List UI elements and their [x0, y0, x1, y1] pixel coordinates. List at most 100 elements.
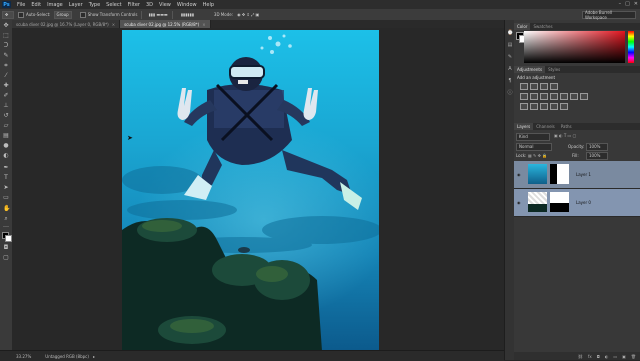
tab-styles[interactable]: Styles — [545, 66, 563, 73]
move-tool-preset-button[interactable]: ✥ — [2, 10, 14, 19]
pen-tool-icon[interactable]: ✒ — [3, 165, 9, 171]
new-group-icon[interactable]: ▭ — [613, 354, 617, 359]
more-tools-icon[interactable]: … — [3, 223, 9, 229]
tab-swatches[interactable]: Swatches — [530, 23, 555, 30]
history-icon[interactable]: ⌚ — [507, 30, 513, 36]
menu-file[interactable]: File — [17, 2, 25, 8]
quick-mask-icon[interactable]: ◘ — [3, 245, 9, 251]
add-mask-icon[interactable]: ◘ — [597, 354, 600, 359]
tab-adjustments[interactable]: Adjustments — [514, 66, 546, 73]
paragraph-icon[interactable]: ¶ — [507, 78, 513, 84]
color-lookup-icon[interactable] — [580, 93, 588, 100]
document-info[interactable]: Untagged RGB (8bpc) — [45, 354, 89, 359]
minimize-button[interactable]: – — [619, 1, 622, 7]
brush-presets-icon[interactable]: ✎ — [507, 54, 513, 60]
crop-tool-icon[interactable]: ⌗ — [3, 63, 9, 69]
distribute-icons[interactable]: ▮▮▮▮▮▮ — [181, 12, 194, 17]
curves-icon[interactable] — [540, 83, 548, 90]
color-field[interactable] — [524, 31, 625, 63]
menu-type[interactable]: Type — [89, 2, 100, 8]
arrow-right-icon[interactable]: ▸ — [93, 354, 95, 359]
menu-view[interactable]: View — [159, 2, 171, 8]
menu-3d[interactable]: 3D — [146, 2, 153, 8]
eraser-tool-icon[interactable]: ▱ — [3, 123, 9, 129]
healing-brush-tool-icon[interactable]: ✚ — [3, 83, 9, 89]
menu-help[interactable]: Help — [203, 2, 214, 8]
levels-icon[interactable] — [530, 83, 538, 90]
marquee-tool-icon[interactable]: ⬚ — [3, 33, 9, 39]
show-transform-checkbox[interactable] — [79, 11, 86, 18]
new-layer-icon[interactable]: ▣ — [622, 354, 626, 359]
vibrance-icon[interactable] — [520, 93, 528, 100]
menu-layer[interactable]: Layer — [69, 2, 83, 8]
tab-channels[interactable]: Channels — [533, 123, 558, 130]
path-select-tool-icon[interactable]: ➤ — [3, 185, 9, 191]
trash-icon[interactable]: 🗑 — [631, 354, 636, 359]
lock-icons[interactable]: ▦ ✎ ✥ 🔒 — [528, 153, 547, 158]
blur-tool-icon[interactable]: ● — [3, 143, 9, 149]
new-adjustment-icon[interactable]: ◐ — [605, 354, 609, 359]
layer-row-layer-1[interactable]: ◉ Layer 1 — [514, 161, 640, 189]
hue-slider[interactable] — [628, 31, 634, 63]
scuba-diver-photo[interactable] — [122, 30, 379, 351]
link-layers-icon[interactable]: ⛓ — [578, 354, 583, 359]
brightness-contrast-icon[interactable] — [520, 83, 528, 90]
lasso-tool-icon[interactable]: ᑐ — [3, 43, 9, 49]
character-icon[interactable]: A — [507, 66, 513, 72]
layer-filter-icons[interactable]: ▣ ◐ T ▭ ▢ — [554, 133, 576, 138]
history-brush-tool-icon[interactable]: ↺ — [3, 113, 9, 119]
auto-select-checkbox[interactable] — [18, 11, 24, 18]
tab-paths[interactable]: Paths — [558, 123, 575, 130]
fx-icon[interactable]: fx — [588, 354, 592, 359]
channel-mixer-icon[interactable] — [570, 93, 578, 100]
hue-saturation-icon[interactable] — [530, 93, 538, 100]
eyedropper-tool-icon[interactable]: ⁄ — [3, 73, 9, 79]
tab-document-2[interactable]: scuba diver 02.jpg @ 12.5% (RGB/8*) × — [120, 20, 211, 28]
tab-color[interactable]: Color — [514, 23, 531, 30]
fill-field[interactable]: 100% — [586, 152, 608, 160]
screen-mode-icon[interactable]: ▢ — [3, 255, 9, 261]
photo-filter-icon[interactable] — [560, 93, 568, 100]
layer-mask-thumbnail[interactable] — [550, 192, 569, 212]
background-color-swatch[interactable] — [5, 235, 12, 242]
posterize-icon[interactable] — [530, 103, 538, 110]
workspace-dropdown[interactable]: Adobe Burrell Workspace — [582, 10, 636, 20]
3d-mode-icons[interactable]: ◉ ✥ ⇕ ⤢ ▣ — [237, 12, 259, 17]
properties-icon[interactable]: ▤ — [507, 42, 513, 48]
layer-filter-kind[interactable]: Kind — [516, 133, 550, 141]
close-icon[interactable]: × — [112, 22, 115, 27]
close-button[interactable]: ✕ — [634, 1, 638, 7]
color-balance-icon[interactable] — [540, 93, 548, 100]
invert-icon[interactable] — [520, 103, 528, 110]
opacity-field[interactable]: 100% — [586, 143, 608, 151]
maximize-button[interactable]: □ — [625, 1, 630, 7]
tab-layers[interactable]: Layers — [514, 123, 534, 130]
tab-document-1[interactable]: scuba diver 02.jpg @ 16.7% (Layer 0, RGB… — [12, 20, 121, 28]
eye-icon[interactable]: ◉ — [517, 172, 522, 177]
brush-tool-icon[interactable]: ✐ — [3, 93, 9, 99]
selective-color-icon[interactable] — [550, 103, 558, 110]
gradient-map-icon[interactable] — [560, 103, 568, 110]
zoom-level[interactable]: 33.27% — [16, 354, 31, 359]
info-icon[interactable]: ⓘ — [507, 90, 513, 96]
layer-name[interactable]: Layer 0 — [576, 200, 591, 205]
menu-select[interactable]: Select — [106, 2, 121, 8]
layer-mask-thumbnail[interactable] — [550, 164, 569, 184]
quick-select-tool-icon[interactable]: ✎ — [3, 53, 9, 59]
threshold-icon[interactable] — [540, 103, 548, 110]
blend-mode-dropdown[interactable]: Normal — [516, 143, 552, 151]
layer-name[interactable]: Layer 1 — [576, 172, 591, 177]
shape-tool-icon[interactable]: ▭ — [3, 195, 9, 201]
type-tool-icon[interactable]: T — [3, 175, 9, 181]
eye-icon[interactable]: ◉ — [517, 200, 522, 205]
black-white-icon[interactable] — [550, 93, 558, 100]
dodge-tool-icon[interactable]: ◐ — [3, 153, 9, 159]
gradient-tool-icon[interactable]: ▤ — [3, 133, 9, 139]
layer-row-layer-0[interactable]: ◉ Layer 0 — [514, 189, 640, 217]
align-icons[interactable]: ▮▮▮ ▬▬▬ — [148, 12, 167, 17]
clone-stamp-tool-icon[interactable]: ⊥ — [3, 103, 9, 109]
hand-tool-icon[interactable]: ✋ — [3, 206, 10, 212]
close-icon[interactable]: × — [202, 22, 205, 27]
move-tool-icon[interactable]: ✥ — [3, 23, 9, 29]
menu-filter[interactable]: Filter — [128, 2, 140, 8]
